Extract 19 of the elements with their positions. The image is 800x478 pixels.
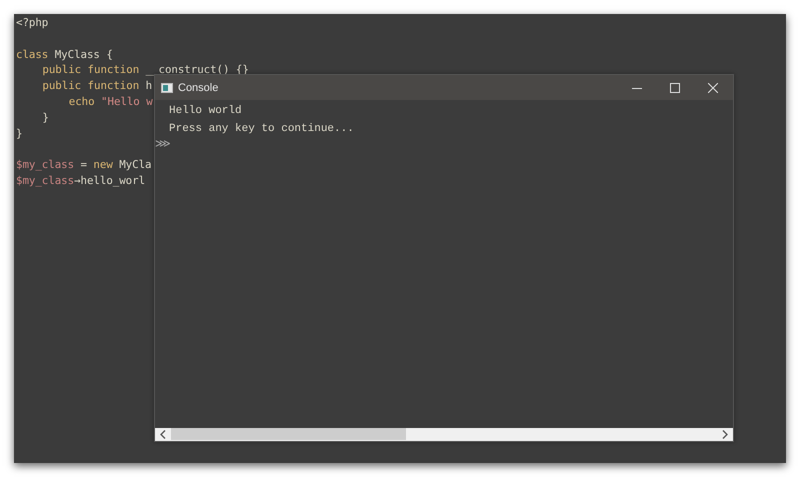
- horizontal-scrollbar[interactable]: [155, 428, 733, 441]
- scroll-right-icon[interactable]: [722, 430, 728, 439]
- prompt-text: ⋙: [155, 138, 171, 152]
- scrollbar-thumb[interactable]: [171, 428, 406, 440]
- close-icon[interactable]: [708, 82, 718, 92]
- code-line: $my_class→hello_worl: [16, 174, 146, 187]
- code-line: echo "Hello w: [68, 94, 153, 108]
- code-line: }: [16, 126, 22, 140]
- window-title: Console: [178, 82, 218, 94]
- console-icon: [161, 82, 173, 92]
- output-line: Press any key to continue...: [169, 123, 354, 135]
- code-line: class MyClass {: [16, 48, 113, 61]
- code-line: <?php: [16, 16, 48, 29]
- code-line: }: [42, 110, 49, 124]
- code-line: public function h: [42, 79, 152, 92]
- scroll-left-icon[interactable]: [160, 430, 166, 439]
- maximize-icon[interactable]: [670, 82, 680, 92]
- output-line: Hello world: [169, 105, 242, 117]
- code-line: $my_class = new MyCla: [16, 158, 152, 172]
